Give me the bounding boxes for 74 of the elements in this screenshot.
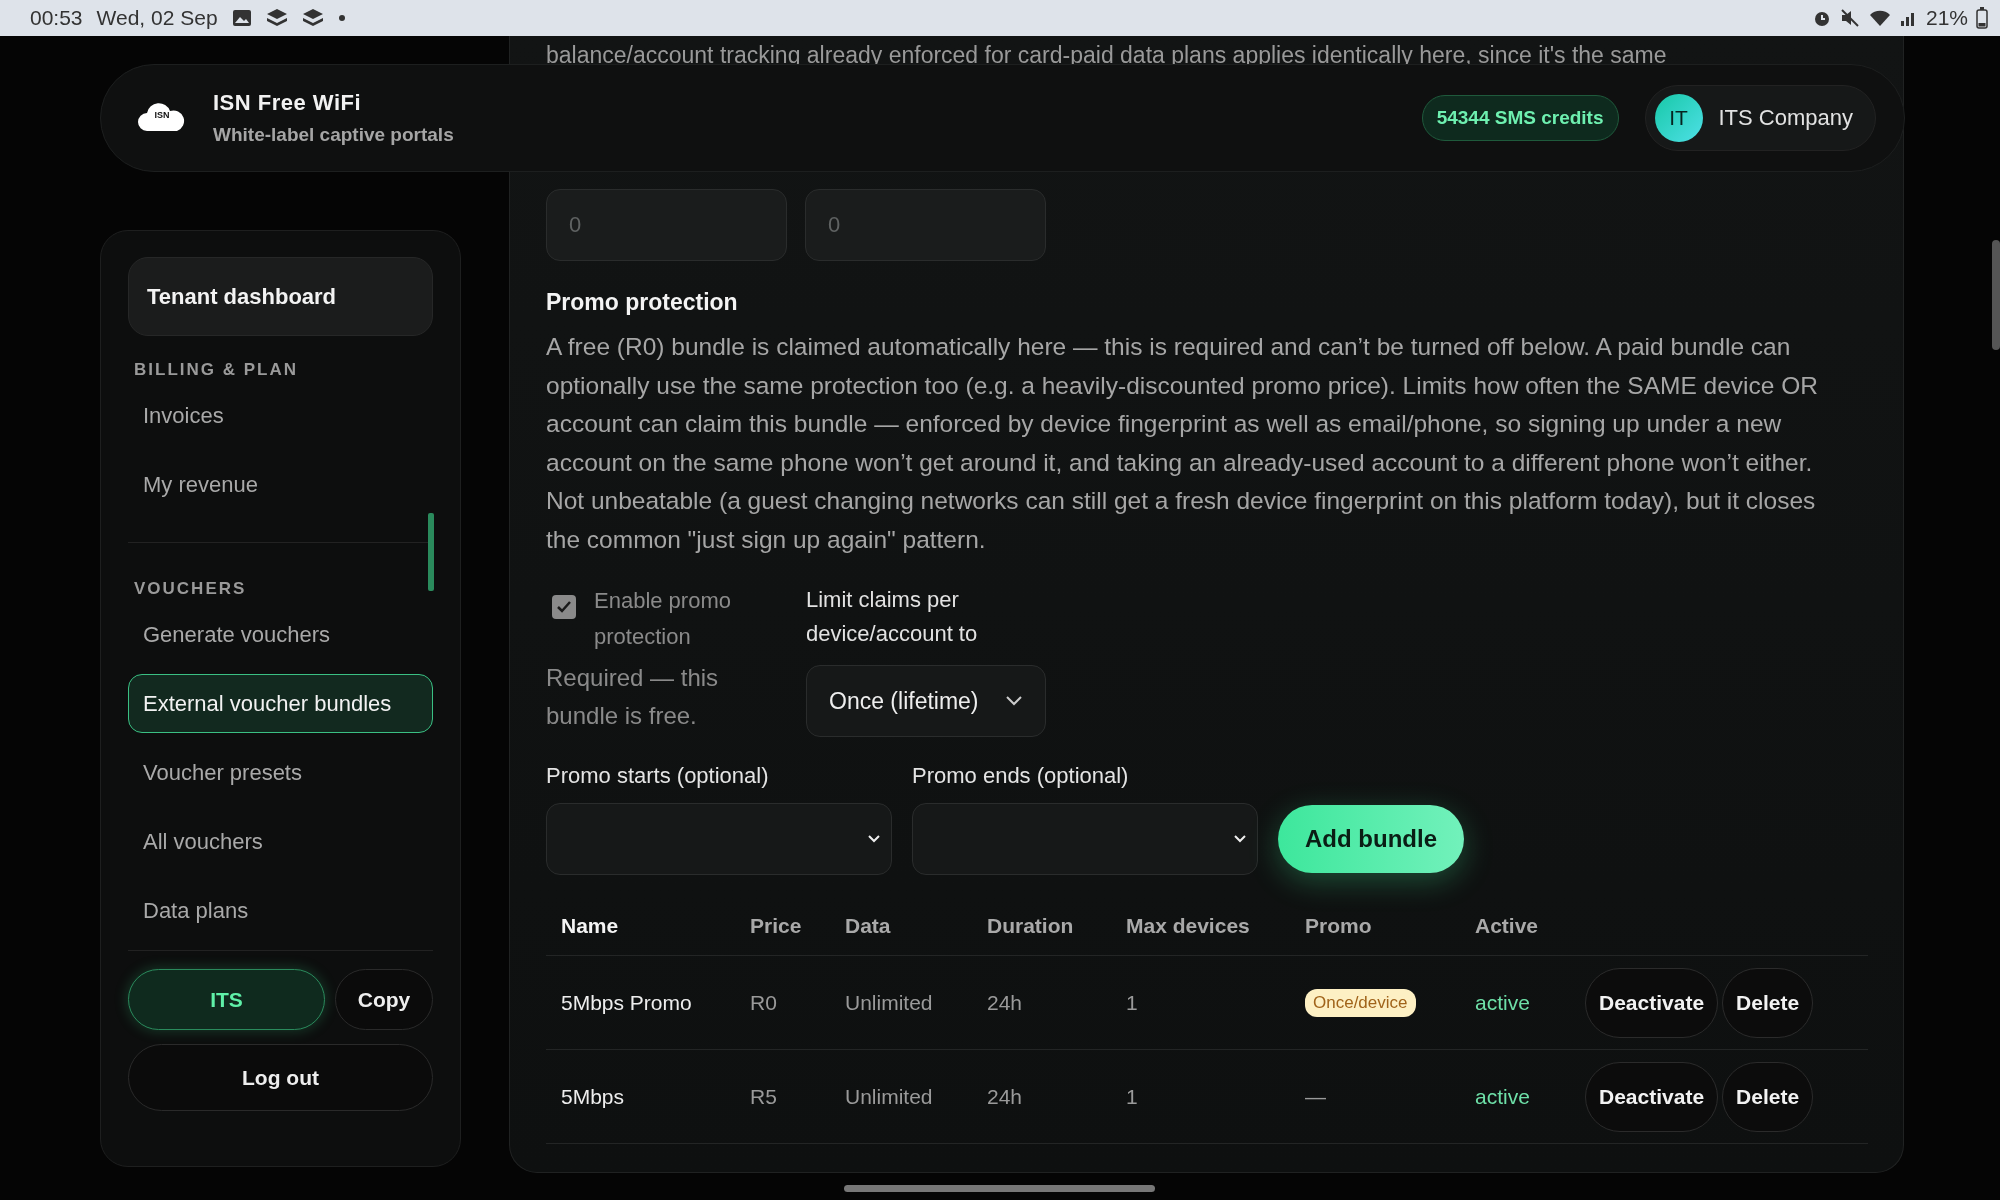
date-dropdown[interactable] (546, 803, 892, 875)
deactivate-button[interactable]: Deactivate (1585, 1061, 1719, 1132)
column-header: Active (1475, 914, 1540, 938)
dot-icon (337, 14, 346, 22)
body-text: balance/account tracking already enforced for card-paid data plans applies identically here, since it's the same (546, 41, 1668, 69)
column-header: Data (845, 914, 892, 938)
copy-button[interactable]: Copy (335, 969, 433, 1030)
table-cell-text: — (1305, 1084, 1327, 1109)
add-bundle-button[interactable]: Add bundle (1278, 805, 1464, 873)
column-header: Price (750, 914, 803, 938)
mute-icon (1839, 8, 1860, 28)
app-title: ISN Free WiFi (213, 90, 363, 116)
logo-text: ISN (153, 110, 171, 120)
chevron-down-icon (1233, 834, 1247, 844)
delete-button[interactable]: Delete (1722, 967, 1814, 1038)
cloud-icon (137, 103, 187, 133)
nav-item[interactable]: All vouchers (128, 812, 433, 871)
section-heading: Promo protection (546, 289, 739, 316)
chevron-down-icon (1005, 695, 1023, 707)
number-field[interactable]: 0 (546, 189, 787, 261)
status-text: active (1475, 990, 1531, 1015)
section-label: BILLING & PLAN (133, 360, 299, 380)
nav-item[interactable]: Invoices (128, 386, 433, 445)
field-label: Promo starts (optional) (546, 763, 770, 789)
table-cell-text: R5 (750, 1084, 778, 1109)
column-header: Duration (987, 914, 1075, 938)
status-time: 00:53 (30, 6, 83, 30)
image-icon (231, 8, 252, 28)
promo-badge: Once/device (1305, 988, 1416, 1017)
credits-badge: 54344 SMS credits (1421, 95, 1619, 141)
column-header: Name (561, 914, 620, 938)
nav-item[interactable]: Voucher presets (128, 743, 433, 802)
battery-icon (1976, 7, 1988, 29)
helper-text: Required — this bundle is free. (546, 663, 720, 731)
dropdown-value: Once (lifetime) (829, 687, 979, 715)
table-cell-text: 24h (987, 990, 1024, 1015)
logout-button[interactable]: Log out (128, 1044, 433, 1111)
nav-item[interactable]: Generate vouchers (128, 605, 433, 664)
checkbox-label: Enable promo protection (594, 587, 732, 651)
column-header: Max devices (1126, 914, 1251, 938)
status-text: active (1475, 1084, 1531, 1109)
table-cell-text: 5Mbps Promo (561, 990, 693, 1015)
section-label: VOUCHERS (133, 579, 248, 599)
nav-item[interactable]: My revenue (128, 455, 433, 514)
date-dropdown[interactable] (912, 803, 1258, 875)
limit-dropdown[interactable]: Once (lifetime) (806, 665, 1046, 737)
table-cell-text: R0 (750, 990, 778, 1015)
table-cell-text: 5Mbps (561, 1084, 626, 1109)
nav-item[interactable]: External voucher bundles (128, 674, 433, 733)
account-name: ITS Company (1718, 105, 1853, 131)
wifi-icon (1867, 8, 1892, 28)
field-label: Limit claims per device/account to (806, 586, 979, 648)
description-text: A free (R0) bundle is claimed automatically here — this is required and can’t be turned off below. A paid bundle can optionally use the same protection too (e.g. a heavily-discounted promo price). Limits how often the SAME device OR account can claim this bundle — enforced by device fingerprint as well as email/phone, so signing up under a new account on the same phone won’t get around it, and taking an already-used account to a different phone won’t either. Not unbeatable (a guest changing networks can still get a fresh device fingerprint on this platform today), but it closes the common "just sign up again" pattern. (546, 332, 1819, 555)
battery-percent: 21% (1925, 6, 1968, 30)
deactivate-button[interactable]: Deactivate (1585, 967, 1719, 1038)
account-menu[interactable]: IT ITS Company (1644, 85, 1876, 151)
number-field[interactable]: 0 (805, 189, 1046, 261)
table-cell-text: Unlimited (845, 1084, 934, 1109)
table-cell-text: 1 (1126, 990, 1139, 1015)
column-header: Promo (1305, 914, 1373, 938)
chevron-down-icon (867, 834, 881, 844)
delete-button[interactable]: Delete (1722, 1061, 1814, 1132)
tenant-code-button[interactable]: ITS (128, 969, 325, 1030)
table-cell-text: Unlimited (845, 990, 934, 1015)
status-date: Wed, 02 Sep (96, 6, 218, 30)
nav-item[interactable]: Data plans (128, 881, 433, 940)
layers-icon (301, 8, 324, 28)
layers-icon (265, 8, 288, 28)
dashboard-title: Tenant dashboard (128, 257, 433, 336)
table-cell-text: 1 (1126, 1084, 1139, 1109)
field-label: Promo ends (optional) (912, 763, 1130, 789)
avatar: IT (1654, 94, 1703, 142)
table-cell-text: 24h (987, 1084, 1024, 1109)
app-subtitle: White-label captive portals (213, 124, 455, 146)
